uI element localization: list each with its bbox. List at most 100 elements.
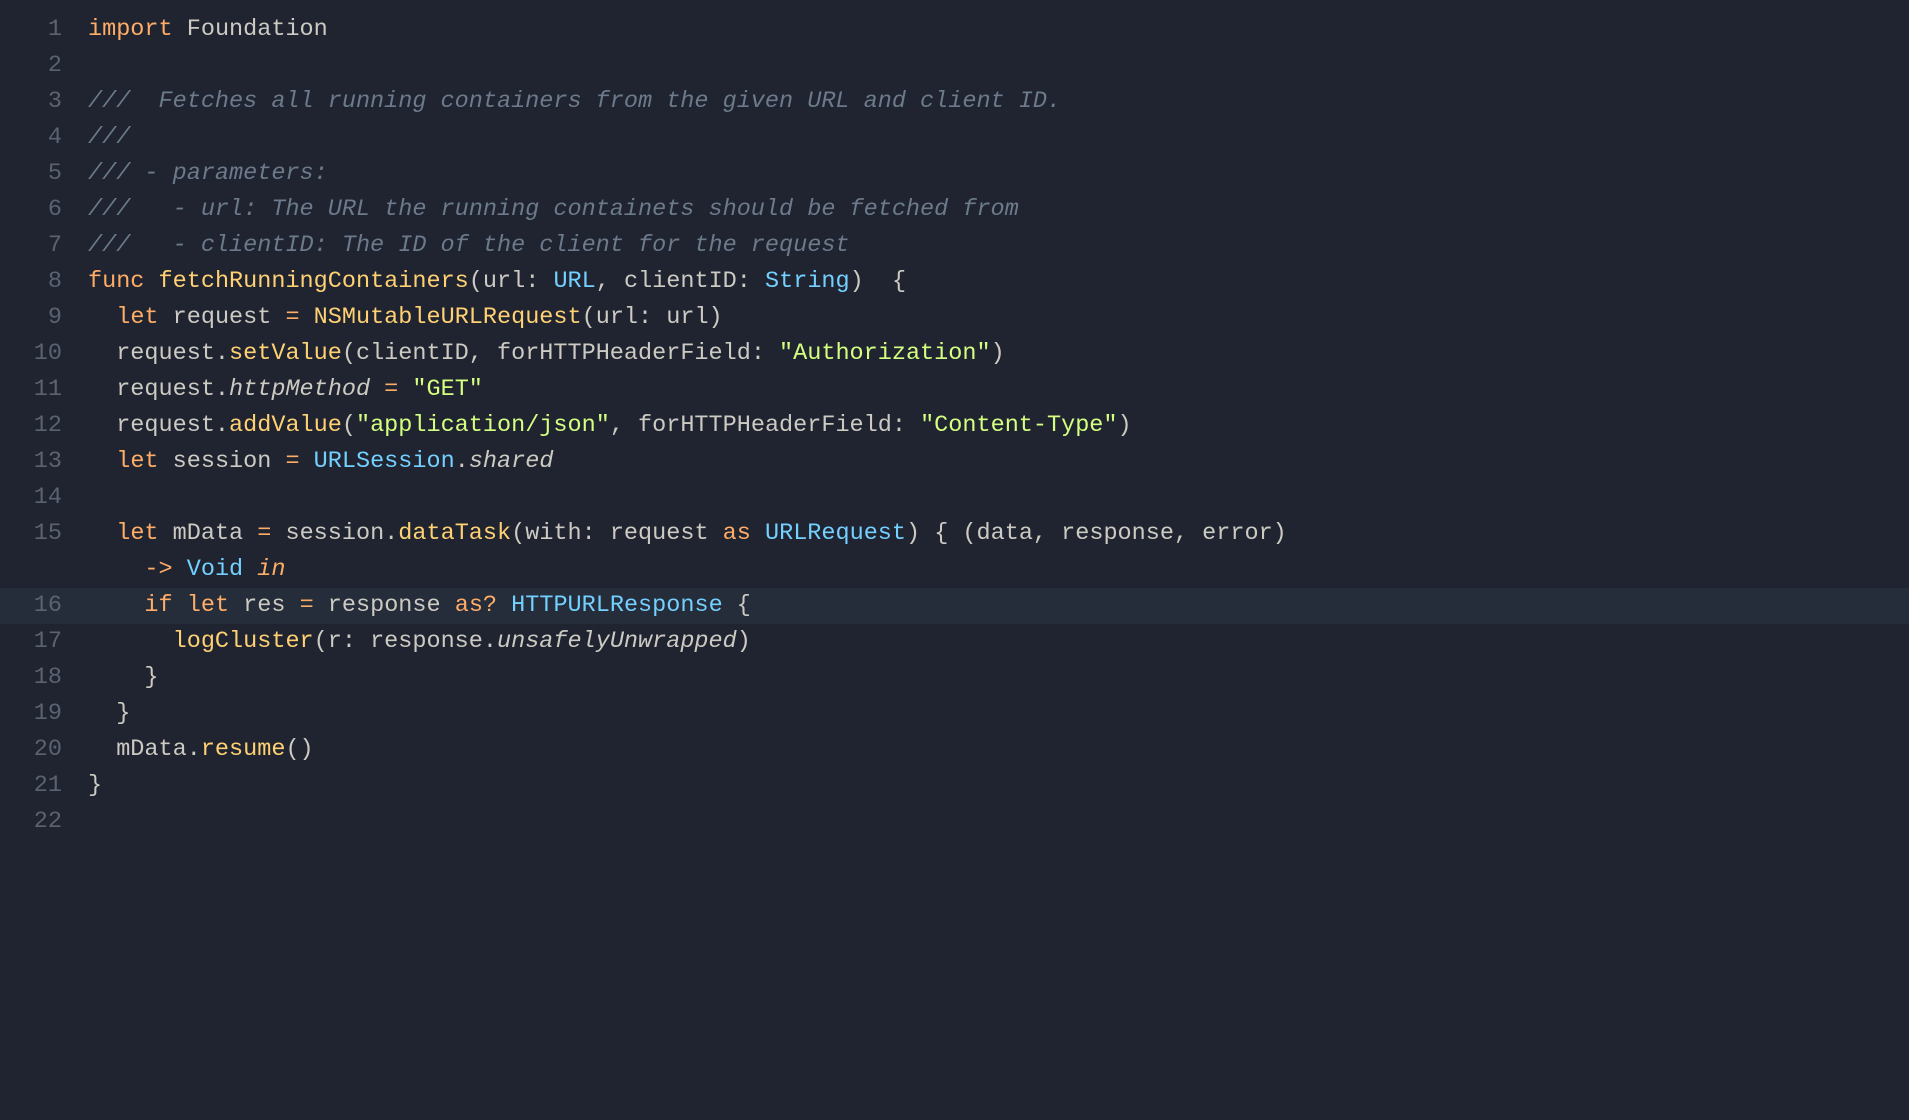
code-content[interactable]: let session = URLSession.shared [84,444,1909,480]
token: resume [201,736,286,763]
line-number: 11 [0,372,84,408]
code-line[interactable]: 14 [0,480,1909,516]
line-number: 17 [0,624,84,660]
code-line[interactable]: 20 mData.resume() [0,732,1909,768]
line-number: 20 [0,732,84,768]
token: if [144,592,172,619]
token: clientID [624,268,737,295]
token: = [285,304,299,331]
token: = [257,520,271,547]
code-line[interactable]: 1import Foundation [0,12,1909,48]
token: mData. [88,736,201,763]
code-line[interactable]: 12 request.addValue("application/json", … [0,408,1909,444]
code-line[interactable]: 5/// - parameters: [0,156,1909,192]
line-number: 21 [0,768,84,804]
token: -> [144,556,172,583]
token: NSMutableURLRequest [314,304,582,331]
code-line[interactable]: 22 [0,804,1909,840]
token [88,556,144,583]
code-content[interactable]: /// - clientID: The ID of the client for… [84,228,1909,264]
token: shared [469,448,554,475]
token: let [187,592,229,619]
code-content[interactable]: /// - parameters: [84,156,1909,192]
token: url [483,268,525,295]
token: request. [88,412,229,439]
token [300,448,314,475]
token [173,592,187,619]
code-content[interactable] [84,480,1909,516]
line-number: 8 [0,264,84,300]
code-content[interactable] [84,48,1909,84]
code-line[interactable]: 2 [0,48,1909,84]
token: logCluster [173,628,314,655]
token: (r: response. [314,628,497,655]
code-line[interactable]: 7/// - clientID: The ID of the client fo… [0,228,1909,264]
token: URL [553,268,595,295]
code-content[interactable]: let request = NSMutableURLRequest(url: u… [84,300,1909,336]
token: ( [342,412,356,439]
code-content[interactable]: import Foundation [84,12,1909,48]
code-content[interactable]: /// Fetches all running containers from … [84,84,1909,120]
code-line[interactable]: 4/// [0,120,1909,156]
line-number: 2 [0,48,84,84]
line-number: 22 [0,804,84,840]
code-content[interactable]: let mData = session.dataTask(with: reque… [84,516,1909,552]
token: setValue [229,340,342,367]
code-line[interactable]: -> Void in [0,552,1909,588]
token: { [723,592,751,619]
code-content[interactable]: logCluster(r: response.unsafelyUnwrapped… [84,624,1909,660]
token: } [88,664,159,691]
token: URLSession [314,448,455,475]
code-line[interactable]: 3/// Fetches all running containers from… [0,84,1909,120]
code-line[interactable]: 16 if let res = response as? HTTPURLResp… [0,588,1909,624]
code-content[interactable]: } [84,696,1909,732]
code-content[interactable]: request.addValue("application/json", for… [84,408,1909,444]
code-line[interactable]: 6/// - url: The URL the running containe… [0,192,1909,228]
code-content[interactable]: if let res = response as? HTTPURLRespons… [84,588,1909,624]
code-content[interactable]: -> Void in [84,552,1909,588]
line-number: 3 [0,84,84,120]
code-line[interactable]: 9 let request = NSMutableURLRequest(url:… [0,300,1909,336]
token: : [737,268,765,295]
token [144,268,158,295]
token: dataTask [398,520,511,547]
code-line[interactable]: 18 } [0,660,1909,696]
code-line[interactable]: 19 } [0,696,1909,732]
code-line[interactable]: 21} [0,768,1909,804]
line-number: 13 [0,444,84,480]
token: func [88,268,144,295]
code-content[interactable]: request.setValue(clientID, forHTTPHeader… [84,336,1909,372]
code-content[interactable]: request.httpMethod = "GET" [84,372,1909,408]
code-line[interactable]: 13 let session = URLSession.shared [0,444,1909,480]
token [300,304,314,331]
code-line[interactable]: 11 request.httpMethod = "GET" [0,372,1909,408]
line-number: 19 [0,696,84,732]
token: /// - url: The URL the running containet… [88,196,1019,223]
token [497,592,511,619]
token: /// Fetches all running containers from … [88,88,1061,115]
code-line[interactable]: 17 logCluster(r: response.unsafelyUnwrap… [0,624,1909,660]
token: . [455,448,469,475]
code-line[interactable]: 10 request.setValue(clientID, forHTTPHea… [0,336,1909,372]
code-content[interactable]: } [84,660,1909,696]
code-content[interactable]: } [84,768,1909,804]
token: ) { [850,268,906,295]
code-content[interactable]: mData.resume() [84,732,1909,768]
token: HTTPURLResponse [511,592,723,619]
code-content[interactable] [84,804,1909,840]
code-content[interactable]: /// [84,120,1909,156]
token: Foundation [187,16,328,43]
token [751,520,765,547]
code-content[interactable]: /// - url: The URL the running containet… [84,192,1909,228]
code-line[interactable]: 8func fetchRunningContainers(url: URL, c… [0,264,1909,300]
line-number: 16 [0,588,84,624]
code-line[interactable]: 15 let mData = session.dataTask(with: re… [0,516,1909,552]
token: "Content-Type" [920,412,1117,439]
line-number: 5 [0,156,84,192]
token: "Authorization" [779,340,991,367]
token: Void [187,556,243,583]
code-content[interactable]: func fetchRunningContainers(url: URL, cl… [84,264,1909,300]
token: = [300,592,314,619]
code-editor[interactable]: 1import Foundation23/// Fetches all runn… [0,0,1909,880]
token: (clientID, forHTTPHeaderField: [342,340,779,367]
